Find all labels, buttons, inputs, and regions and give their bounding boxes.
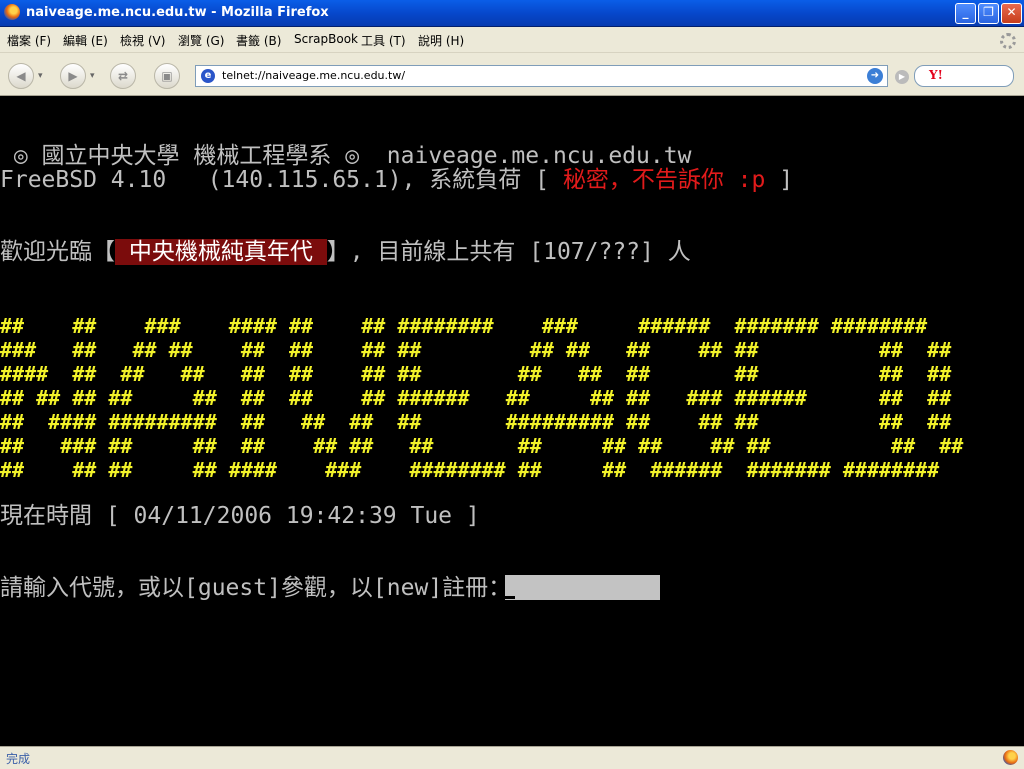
telnet-terminal[interactable]: ◎ 國立中央大學 機械工程學系 ◎ naiveage.me.ncu.edu.tw…: [0, 96, 1024, 746]
system-info-line: FreeBSD 4.10 (140.115.65.1), 系統負荷 [ 秘密，不…: [0, 168, 793, 192]
restore-icon: ❐: [983, 5, 994, 19]
firefox-icon: [4, 4, 20, 20]
menu-bar: 檔案 (F) 編輯 (E) 檢視 (V) 瀏覽 (G) 書籤 (B) Scrap…: [0, 27, 1024, 53]
window-title: naiveage.me.ncu.edu.tw - Mozilla Firefox: [26, 5, 329, 20]
firefox-status-icon: [1003, 750, 1018, 765]
ascii-art-row: #### ## ## ## ## ## ## ## ## ## ## ## ##…: [0, 362, 952, 386]
reload-button[interactable]: ⇄: [110, 63, 136, 89]
status-bar: 完成: [0, 746, 1024, 769]
back-icon: ◀: [16, 69, 26, 83]
ascii-art-row: ## ## ### #### ## ## ######## ### ######…: [0, 314, 928, 338]
login-prompt: 請輸入代號，或以[guest]參觀，以[new]註冊：: [0, 575, 512, 601]
back-button[interactable]: ◀: [8, 63, 34, 89]
menu-help[interactable]: 說明 (H): [418, 32, 464, 49]
search-go-icon[interactable]: ▶: [895, 70, 909, 84]
stop-icon: ▣: [161, 69, 173, 83]
yahoo-search-icon[interactable]: Y!: [929, 68, 943, 82]
ascii-art-row: ## ## ## ## #### ### ######## ## ## ####…: [0, 458, 940, 482]
maximize-button[interactable]: ❐: [978, 3, 999, 24]
menu-bookmarks[interactable]: 書籤 (B): [236, 32, 281, 49]
menu-tools[interactable]: 工具 (T): [361, 32, 406, 49]
status-text: 完成: [6, 752, 31, 766]
system-info-close: ]: [765, 167, 794, 193]
go-icon[interactable]: ➜: [867, 68, 883, 84]
forward-icon: ▶: [68, 69, 78, 83]
menu-scrapbook[interactable]: ScrapBook: [294, 32, 358, 46]
system-load-secret: 秘密，不告訴你 :p: [562, 167, 766, 193]
window-titlebar: naiveage.me.ncu.edu.tw - Mozilla Firefox…: [0, 0, 1024, 27]
welcome-line: 歡迎光臨【 中央機械純真年代 】, 目前線上共有 [107/???] 人: [0, 239, 691, 265]
menu-file[interactable]: 檔案 (F): [7, 32, 51, 49]
header-line: ◎ 國立中央大學 機械工程學系 ◎ naiveage.me.ncu.edu.tw: [0, 143, 692, 169]
login-id-input[interactable]: [505, 575, 660, 600]
search-box[interactable]: Y!: [914, 65, 1014, 87]
current-time-line: 現在時間 [ 04/11/2006 19:42:39 Tue ]: [0, 503, 480, 529]
telnet-site-icon: e: [201, 69, 215, 83]
back-dropdown-icon[interactable]: ▾: [38, 71, 43, 81]
address-url[interactable]: telnet://naiveage.me.ncu.edu.tw/: [222, 69, 405, 82]
reload-icon: ⇄: [117, 69, 129, 83]
ascii-art-row: ## ### ## ## ## ## ## ## ## ## ## ## ## …: [0, 434, 964, 458]
menu-go[interactable]: 瀏覽 (G): [178, 32, 224, 49]
minimize-icon: _: [962, 5, 969, 19]
system-info-text: FreeBSD 4.10 (140.115.65.1), 系統負荷 [: [0, 167, 563, 193]
ascii-art-row: ## #### ######### ## ## ## ## ######### …: [0, 410, 952, 434]
naiveage-ascii-art: ## ## ### #### ## ## ######## ### ######…: [0, 314, 963, 482]
forward-dropdown-icon[interactable]: ▾: [90, 71, 95, 81]
stop-button[interactable]: ▣: [154, 63, 180, 89]
text-cursor: [505, 596, 515, 599]
welcome-prefix: 歡迎光臨【: [0, 239, 115, 265]
ascii-art-row: ## ## ## ## ## ## ## ## ###### ## ## ## …: [0, 386, 952, 410]
minimize-button[interactable]: _: [955, 3, 976, 24]
close-icon: ✕: [1006, 5, 1017, 19]
navigation-toolbar: ◀ ▾ ▶ ▾ ⇄ ▣ e telnet://naiveage.me.ncu.e…: [0, 53, 1024, 96]
ascii-art-row: ### ## ## ## ## ## ## ## ## ## ## ## ## …: [0, 338, 952, 362]
close-button[interactable]: ✕: [1001, 3, 1022, 24]
online-count-text: 】, 目前線上共有 [107/???] 人: [326, 239, 691, 265]
menu-view[interactable]: 檢視 (V): [120, 32, 165, 49]
loading-throbber-icon: [1000, 33, 1016, 49]
address-bar[interactable]: e telnet://naiveage.me.ncu.edu.tw/ ➜: [195, 65, 888, 87]
forward-button[interactable]: ▶: [60, 63, 86, 89]
menu-edit[interactable]: 編輯 (E): [63, 32, 108, 49]
bbs-name-badge: 中央機械純真年代: [115, 239, 327, 265]
